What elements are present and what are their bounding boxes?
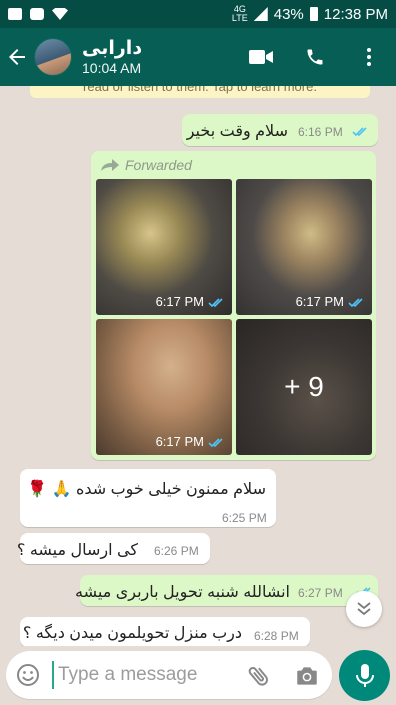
message-bubble-incoming[interactable]: کی ارسال میشه ؟ 6:26 PM (16, 533, 210, 564)
forwarded-label: Forwarded (101, 157, 192, 173)
scroll-down-icon (357, 602, 371, 616)
forwarded-photo-album[interactable]: Forwarded 6:17 PM 6:17 PM 6:17 PM + 9 (91, 151, 376, 460)
message-bubble-outgoing[interactable]: انشالله شنبه تحویل باربری میشه 6:27 PM (75, 575, 378, 606)
message-time: 6:28 PM (254, 629, 299, 643)
video-call-button[interactable] (234, 28, 288, 86)
double-check-icon (352, 127, 367, 137)
message-composer (0, 646, 396, 705)
message-time: 6:16 PM (298, 125, 343, 139)
photo-time: 6:17 PM (295, 294, 344, 309)
photo-time: 6:17 PM (155, 294, 204, 309)
photo-time: 6:17 PM (155, 434, 204, 449)
wifi-icon (52, 8, 68, 20)
video-call-icon (249, 50, 273, 64)
status-bar: 4G LTE 43% 12:38 PM (0, 0, 396, 28)
mic-icon (355, 663, 374, 687)
more-options-button[interactable] (342, 28, 396, 86)
message-text: سلام وقت بخیر (186, 123, 288, 140)
photo-thumbnail[interactable]: 6:17 PM (236, 179, 372, 315)
last-seen: 10:04 AM (82, 60, 142, 76)
voice-call-button[interactable] (288, 28, 342, 86)
clock: 12:38 PM (323, 5, 388, 23)
contact-name: دارابی (82, 38, 143, 59)
attach-icon[interactable] (246, 663, 272, 689)
back-arrow-icon (9, 49, 25, 65)
contact-info[interactable]: دارابی 10:04 AM (82, 38, 234, 76)
chat-area[interactable]: read or listen to them. Tap to learn mor… (0, 86, 396, 646)
message-bubble-outgoing[interactable]: سلام وقت بخیر 6:16 PM (182, 114, 378, 146)
emoji-icon[interactable] (16, 663, 40, 687)
encryption-notice[interactable]: read or listen to them. Tap to learn mor… (30, 86, 370, 98)
back-button[interactable] (0, 28, 34, 86)
double-check-icon (348, 298, 363, 308)
signal-icon (253, 7, 268, 21)
camera-icon[interactable] (294, 663, 320, 689)
contact-avatar[interactable] (34, 38, 72, 76)
message-bubble-incoming[interactable]: درب منزل تحویلمون میدن دیگه ؟ 6:28 PM (20, 617, 310, 646)
photo-thumbnail[interactable]: 6:17 PM (96, 179, 232, 315)
more-options-icon (367, 48, 371, 66)
message-text: درب منزل تحویلمون میدن دیگه ؟ (22, 625, 242, 642)
message-time: 6:27 PM (298, 586, 343, 600)
message-notification-icon (30, 8, 44, 20)
message-bubble-incoming[interactable]: سلام ممنون خیلی خوب شده 🙏 🌹 6:25 PM (20, 469, 276, 527)
chat-header: دارابی 10:04 AM (0, 28, 396, 86)
scroll-to-bottom-button[interactable] (346, 591, 382, 627)
message-input[interactable] (52, 661, 232, 689)
photo-thumbnail[interactable]: 6:17 PM (96, 319, 232, 455)
battery-percent: 43% (273, 5, 304, 23)
message-input-box[interactable] (6, 651, 332, 699)
message-time: 6:26 PM (154, 544, 199, 558)
voice-record-button[interactable] (339, 650, 390, 701)
more-photos-thumbnail[interactable]: + 9 (236, 319, 372, 455)
double-check-icon (208, 298, 223, 308)
message-text: کی ارسال میشه ؟ (16, 542, 138, 559)
forward-icon (101, 159, 119, 171)
message-text: انشالله شنبه تحویل باربری میشه (75, 584, 290, 601)
more-photos-count: + 9 (284, 371, 324, 402)
gallery-notification-icon (8, 8, 22, 20)
network-subtype: LTE (231, 13, 248, 23)
message-time: 6:25 PM (222, 511, 267, 525)
double-check-icon (208, 438, 223, 448)
battery-icon (309, 7, 318, 21)
phone-icon (307, 49, 323, 65)
message-text: سلام ممنون خیلی خوب شده 🙏 🌹 (27, 481, 266, 498)
